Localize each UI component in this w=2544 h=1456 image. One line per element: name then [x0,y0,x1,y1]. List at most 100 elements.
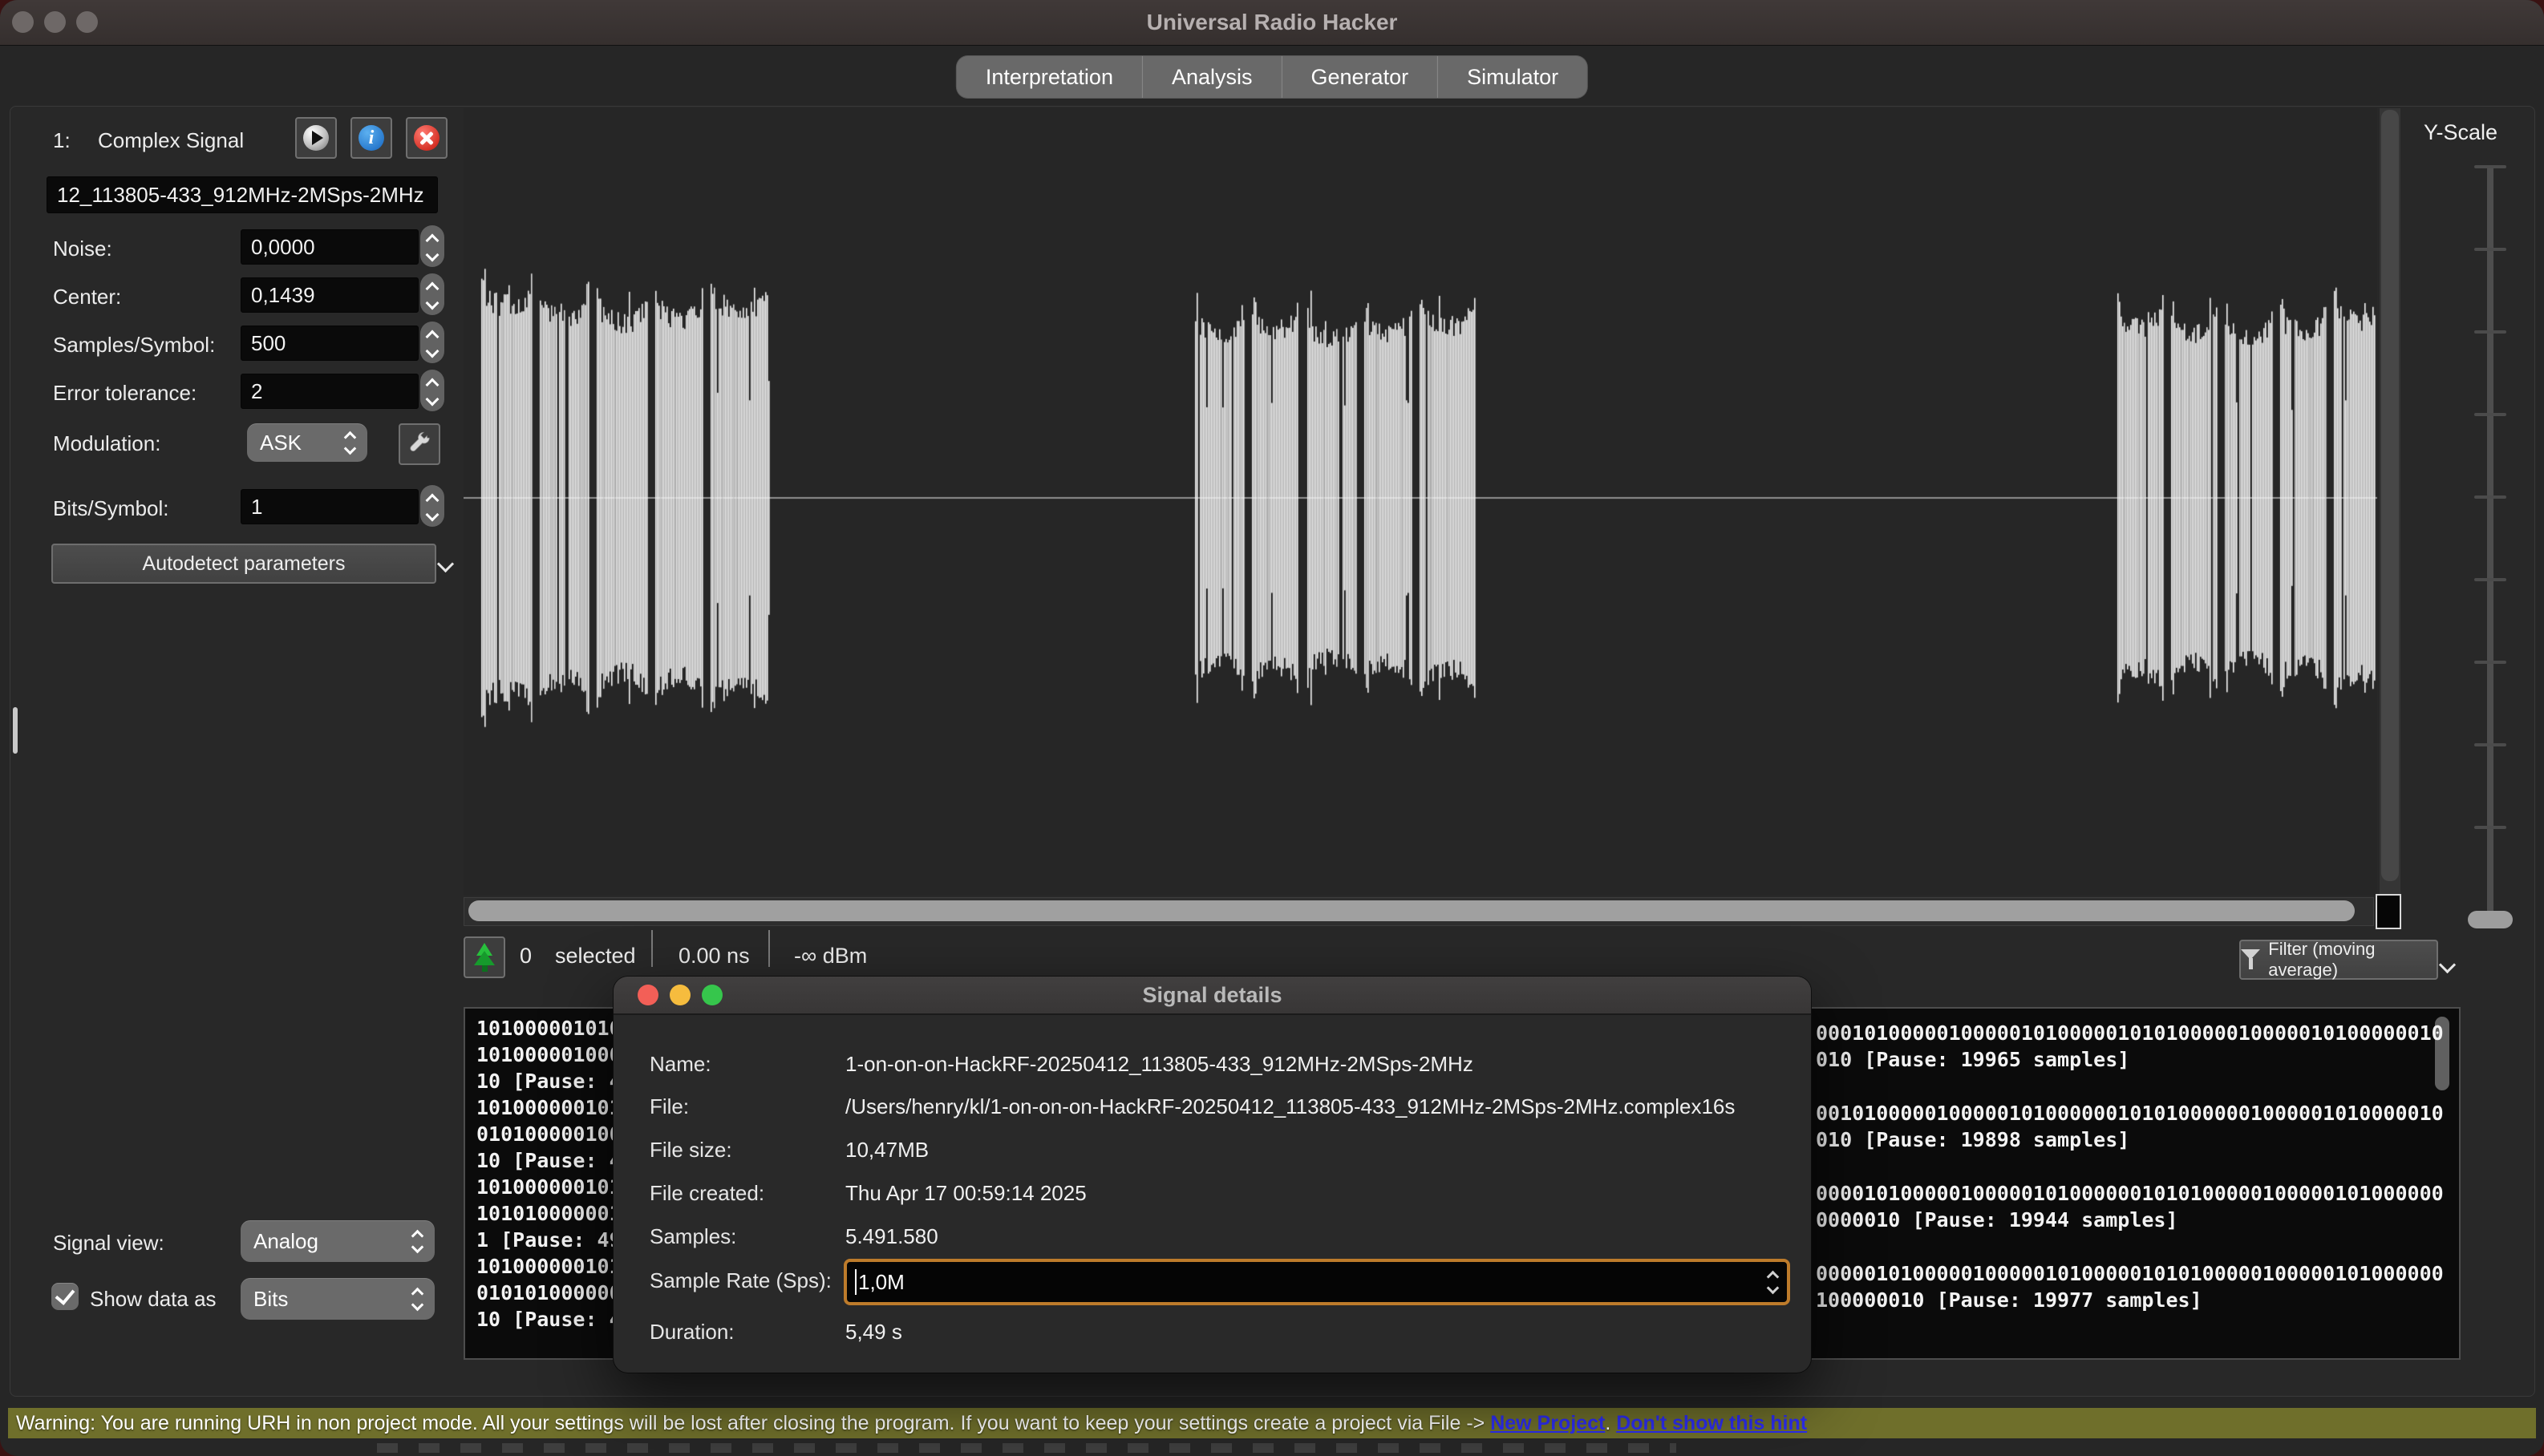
signal-name-input[interactable]: 12_113805-433_912MHz-2MSps-2MHz [47,176,438,213]
signal-info-button[interactable]: i [350,117,392,159]
new-project-link[interactable]: New Project [1490,1412,1605,1434]
show-data-as-checkbox[interactable] [51,1283,79,1310]
dialog-titlebar: Signal details [614,977,1811,1015]
waveform-horizontal-scrollbar[interactable] [464,897,2374,926]
filter-button[interactable]: Filter (moving average) [2239,940,2438,980]
dialog-row-label: File created: [650,1181,764,1205]
text-caret [855,1269,857,1295]
y-scale-label: Y-Scale [2424,120,2497,145]
tab-simulator[interactable]: Simulator [1437,56,1587,98]
sample-rate-spinner[interactable] [1768,1272,1779,1292]
param-spinner[interactable] [420,370,444,411]
minimize-window-button[interactable] [44,11,66,33]
signal-view-dropdown[interactable]: Analog [241,1220,435,1262]
configure-modulation-button[interactable] [399,423,440,465]
param-input[interactable]: 1 [241,489,419,524]
tab-generator[interactable]: Generator [1282,56,1438,98]
dialog-row-value: 1-on-on-on-HackRF-20250412_113805-433_91… [845,1052,1473,1076]
param-spinner[interactable] [420,322,444,363]
scroll-corner-box [2376,894,2401,929]
sample-rate-input[interactable]: 1,0M [844,1259,1790,1305]
goto-selection-button[interactable] [464,936,505,978]
y-scale-slider-handle[interactable] [2468,911,2513,928]
bits-line: 10 [Pause: 4 [476,1068,622,1094]
bottom-dashed-line [377,1443,1676,1453]
dialog-row-value: /Users/henry/kl/1-on-on-on-HackRF-202504… [845,1094,1735,1118]
bits-line: 0101010000000 [476,1280,634,1306]
bits-line: 10 [Pause: 4 [476,1306,622,1333]
bits-line: 1010000010000 [476,1041,634,1068]
signal-waveform-canvas[interactable] [464,108,2377,896]
param-label: Error tolerance: [53,381,196,406]
param-input[interactable]: 0,0000 [241,229,419,265]
updown-chevrons-icon [413,1289,422,1309]
dialog-row-value: 10,47MB [845,1138,929,1162]
bits-line: 0000010100000100000101000001010100000100… [1816,1260,2444,1287]
fir-tree-icon [472,943,496,972]
dialog-zoom-button[interactable] [702,985,723,1005]
bits-pause-line: 010 [Pause: 19898 samples] [1816,1126,2129,1153]
modulation-label: Modulation: [53,431,160,456]
signal-view-label: Signal view: [53,1231,164,1256]
dialog-row-value: Thu Apr 17 00:59:14 2025 [845,1181,1087,1205]
bits-pause-line: 0000010 [Pause: 19944 samples] [1816,1207,2178,1233]
close-window-button[interactable] [12,11,34,33]
zoom-window-button[interactable] [76,11,98,33]
dont-show-hint-link[interactable]: Don't show this hint [1616,1412,1807,1434]
y-scale-tick [2474,578,2506,581]
signal-details-dialog: Signal details Name: 1-on-on-on-HackRF-20… [614,977,1811,1373]
param-spinner[interactable] [420,225,444,267]
bits-line: 0001010000010000010100000101010000010000… [1816,1020,2444,1046]
param-input[interactable]: 0,1439 [241,277,419,313]
tab-analysis[interactable]: Analysis [1142,56,1282,98]
bits-line: 1010000001011 [476,1253,634,1280]
warning-text: Warning: You are running URH in non proj… [16,1412,1490,1434]
warning-separator: . [1605,1412,1616,1434]
y-scale-tick [2474,330,2506,334]
scrollbar-thumb[interactable] [468,900,2355,921]
param-label: Noise: [53,237,112,261]
selected-count: 0 [520,936,532,975]
status-separator [651,930,653,967]
dialog-title: Signal details [614,977,1811,1013]
y-scale-tick [2474,413,2506,416]
wrench-icon [407,431,432,457]
y-scale-tick [2474,495,2506,499]
modulation-dropdown[interactable]: ASK [247,423,367,462]
selection-power: -∞ dBm [794,936,867,975]
dialog-row-label: Name: [650,1052,711,1076]
play-signal-button[interactable] [295,117,337,159]
splitter-handle[interactable] [13,707,18,754]
close-icon [414,125,440,151]
param-input[interactable]: 500 [241,326,419,361]
dialog-row-value: 5.491.580 [845,1224,938,1248]
param-spinner[interactable] [420,485,444,527]
bits-line: 1010000001011 [476,1174,634,1200]
non-project-warning-bar: Warning: You are running URH in non proj… [8,1408,2536,1438]
bits-line: 1010000001011 [476,1094,634,1121]
dialog-close-button[interactable] [638,985,658,1005]
tab-interpretation[interactable]: Interpretation [957,56,1142,98]
close-signal-button[interactable] [406,117,448,159]
waveform-vertical-scrollbar[interactable] [2380,108,2400,923]
y-scale-tick [2474,165,2506,168]
show-data-as-dropdown[interactable]: Bits [241,1278,435,1320]
autodetect-parameters-button[interactable]: Autodetect parameters [51,544,436,584]
param-spinner[interactable] [420,273,444,315]
param-label: Bits/Symbol: [53,496,169,521]
bits-pause-line: 100000010 [Pause: 19977 samples] [1816,1287,2202,1313]
y-scale-slider[interactable] [2487,165,2493,925]
status-separator [768,930,770,967]
bits-pause-line: 010 [Pause: 19965 samples] [1816,1046,2129,1073]
selection-duration: 0.00 ns [679,936,750,975]
y-scale-tick [2474,661,2506,664]
dialog-minimize-button[interactable] [670,985,691,1005]
param-input[interactable]: 2 [241,374,419,409]
bits-line: 0000101000001000001010000001010100000100… [1816,1180,2444,1207]
signal-index-label: 1: [53,128,71,153]
bits-line: 1010100000011 [476,1200,634,1227]
scrollbar-thumb[interactable] [2381,110,2399,881]
bits-line: 1010000010100 [476,1015,634,1041]
dialog-row-label: File: [650,1094,689,1118]
app-window: Universal Radio Hacker InterpretationAna… [0,0,2544,1456]
